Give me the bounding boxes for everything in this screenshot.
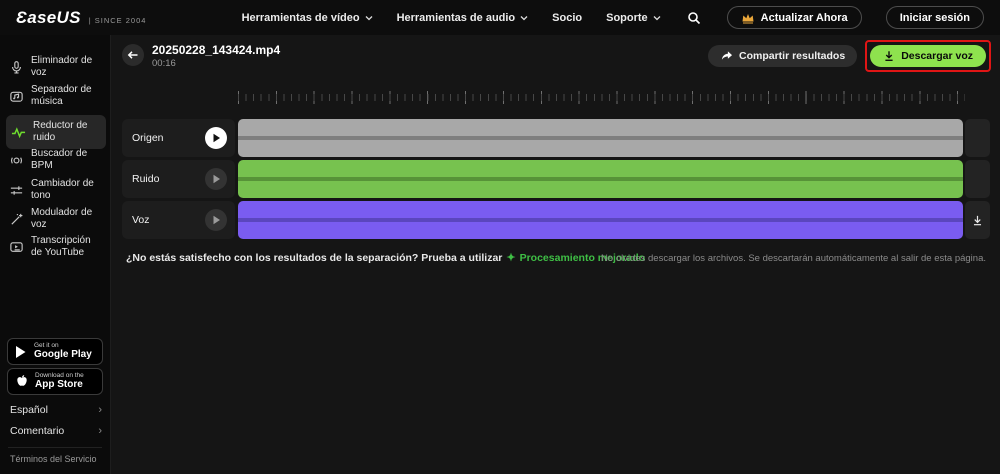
track-action-cell bbox=[965, 119, 990, 157]
login-button[interactable]: Iniciar sesión bbox=[886, 6, 984, 29]
track-name: Origen bbox=[132, 132, 164, 144]
sidebar-item-voice-remover[interactable]: Eliminador de voz bbox=[6, 55, 106, 79]
play-icon bbox=[212, 215, 221, 225]
back-button[interactable] bbox=[122, 44, 144, 66]
track-name: Ruido bbox=[132, 173, 159, 185]
main-content: 20250228_143424.mp4 00:16 Compartir resu… bbox=[112, 35, 1000, 474]
google-play-icon bbox=[15, 345, 28, 359]
play-icon bbox=[212, 133, 221, 143]
chevron-down-icon bbox=[653, 14, 661, 22]
download-voice-track-button[interactable] bbox=[965, 201, 990, 239]
sidebar-item-bpm-finder[interactable]: Buscador de BPM bbox=[6, 148, 106, 172]
topbar: ƐaseUS | SINCE 2004 Herramientas de víde… bbox=[0, 0, 1000, 35]
sidebar-item-label: Buscador de BPM bbox=[31, 148, 103, 172]
badge-caption: Get it on bbox=[34, 342, 92, 349]
sidebar: Eliminador de voz Separador de música Re… bbox=[0, 35, 111, 474]
google-play-badge[interactable]: Get it on Google Play bbox=[7, 338, 103, 365]
login-button-label: Iniciar sesión bbox=[900, 12, 970, 24]
tracks-panel: Origen Ruido Voz bbox=[122, 119, 990, 242]
chevron-right-icon: › bbox=[98, 404, 102, 416]
sidebar-item-music-separator[interactable]: Separador de música bbox=[6, 84, 106, 108]
terms-of-service-link[interactable]: Términos del Servicio bbox=[10, 454, 97, 464]
download-icon bbox=[971, 214, 984, 227]
question-text: ¿No estás satisfecho con los resultados … bbox=[126, 252, 502, 264]
badge-store-name: App Store bbox=[35, 379, 84, 391]
play-button-noise[interactable] bbox=[205, 168, 227, 190]
nav-support[interactable]: Soporte bbox=[606, 12, 661, 24]
share-results-button[interactable]: Compartir resultados bbox=[708, 45, 857, 67]
track-name: Voz bbox=[132, 214, 150, 226]
badge-caption: Download on the bbox=[35, 372, 84, 379]
download-voice-label: Descargar voz bbox=[901, 50, 973, 62]
track-action-cell bbox=[965, 160, 990, 198]
search-icon[interactable] bbox=[685, 9, 703, 27]
track-row-noise: Ruido bbox=[122, 160, 990, 198]
chevron-down-icon bbox=[365, 14, 373, 22]
app-store-badge[interactable]: Download on the App Store bbox=[7, 368, 103, 395]
apple-icon bbox=[15, 374, 29, 389]
waveform-origin[interactable] bbox=[238, 119, 963, 157]
sidebar-item-pitch-changer[interactable]: Cambiador de tono bbox=[6, 178, 106, 202]
nav-audio-tools[interactable]: Herramientas de audio bbox=[397, 12, 529, 24]
sparkle-icon: ✦ bbox=[506, 251, 515, 264]
sidebar-item-label: Reductor de ruido bbox=[33, 120, 101, 144]
sidebar-item-label: Cambiador de tono bbox=[31, 178, 103, 202]
voice-modulator-icon bbox=[9, 212, 24, 227]
nav-partner-label: Socio bbox=[552, 12, 582, 24]
nav-video-tools[interactable]: Herramientas de vídeo bbox=[242, 12, 373, 24]
nav-audio-tools-label: Herramientas de audio bbox=[397, 12, 516, 24]
feedback-label: Comentario bbox=[10, 425, 64, 437]
download-icon bbox=[883, 50, 895, 62]
track-label-panel: Voz bbox=[122, 201, 235, 239]
feedback-link[interactable]: Comentario › bbox=[10, 425, 102, 437]
sidebar-item-label: Transcripción de YouTube bbox=[31, 235, 103, 259]
nav-partner[interactable]: Socio bbox=[552, 12, 582, 24]
sidebar-item-noise-reducer[interactable]: Reductor de ruido bbox=[6, 115, 106, 149]
download-reminder-text: No olvides descargar los archivos. Se de… bbox=[601, 253, 986, 264]
highlight-annotation-box: Descargar voz bbox=[865, 40, 991, 72]
share-results-label: Compartir resultados bbox=[739, 50, 845, 62]
upgrade-button[interactable]: Actualizar Ahora bbox=[727, 6, 862, 29]
track-row-origin: Origen bbox=[122, 119, 990, 157]
crown-icon bbox=[741, 12, 755, 24]
sidebar-item-voice-modulator[interactable]: Modulador de voz bbox=[6, 207, 106, 231]
waveform-voice[interactable] bbox=[238, 201, 963, 239]
waveform-noise[interactable] bbox=[238, 160, 963, 198]
sidebar-item-label: Separador de música bbox=[31, 84, 103, 108]
microphone-icon bbox=[9, 60, 24, 75]
share-icon bbox=[720, 50, 733, 62]
back-arrow-icon bbox=[127, 49, 139, 61]
track-label-panel: Origen bbox=[122, 119, 235, 157]
play-icon bbox=[212, 174, 221, 184]
youtube-transcription-icon bbox=[9, 240, 24, 255]
track-row-voice: Voz bbox=[122, 201, 990, 239]
separation-feedback-text: ¿No estás satisfecho con los resultados … bbox=[126, 251, 645, 264]
timeline-ruler bbox=[238, 91, 965, 104]
chevron-down-icon bbox=[520, 14, 528, 22]
nav-support-label: Soporte bbox=[606, 12, 648, 24]
sidebar-item-label: Modulador de voz bbox=[31, 207, 103, 231]
nav-video-tools-label: Herramientas de vídeo bbox=[242, 12, 360, 24]
sidebar-item-youtube-transcription[interactable]: Transcripción de YouTube bbox=[6, 235, 106, 259]
noise-pulse-icon bbox=[11, 125, 26, 140]
logo-text: ƐaseUS bbox=[16, 8, 81, 28]
track-label-panel: Ruido bbox=[122, 160, 235, 198]
play-button-origin[interactable] bbox=[205, 127, 227, 149]
pitch-changer-icon bbox=[9, 183, 24, 198]
sidebar-divider bbox=[8, 447, 102, 448]
download-voice-button[interactable]: Descargar voz bbox=[870, 45, 986, 67]
upgrade-button-label: Actualizar Ahora bbox=[761, 12, 848, 24]
sidebar-item-label: Eliminador de voz bbox=[31, 55, 103, 79]
bpm-icon bbox=[9, 153, 24, 168]
language-label: Español bbox=[10, 404, 48, 416]
file-duration: 00:16 bbox=[152, 58, 176, 69]
easeus-logo[interactable]: ƐaseUS | SINCE 2004 bbox=[16, 8, 146, 28]
music-separator-icon bbox=[9, 89, 24, 104]
play-button-voice[interactable] bbox=[205, 209, 227, 231]
logo-since-text: | SINCE 2004 bbox=[89, 16, 147, 25]
chevron-right-icon: › bbox=[98, 425, 102, 437]
language-selector[interactable]: Español › bbox=[10, 404, 102, 416]
file-name: 20250228_143424.mp4 bbox=[152, 43, 280, 57]
badge-store-name: Google Play bbox=[34, 349, 92, 361]
